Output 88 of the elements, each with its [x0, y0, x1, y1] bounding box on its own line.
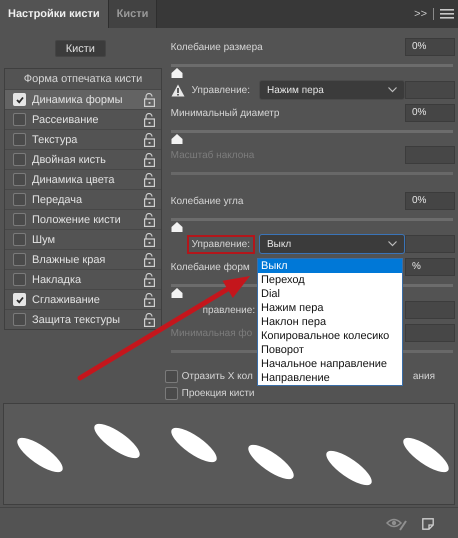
- sidebar-item[interactable]: Рассеивание: [5, 109, 161, 129]
- sidebar-item[interactable]: Передача: [5, 189, 161, 209]
- lock-icon[interactable]: [144, 252, 155, 266]
- sidebar-item[interactable]: Влажные края: [5, 249, 161, 269]
- setting-label: Колебание угла: [170, 196, 244, 206]
- dropdown-value: Нажим пера: [267, 84, 324, 96]
- checkbox[interactable]: [13, 193, 26, 206]
- sidebar-label: Положение кисти: [32, 214, 121, 226]
- lock-icon[interactable]: [144, 132, 155, 146]
- sidebar-label: Рассеивание: [32, 114, 99, 126]
- lock-icon[interactable]: [144, 292, 155, 306]
- sidebar-item[interactable]: Шум: [5, 229, 161, 249]
- lock-icon[interactable]: [144, 312, 155, 326]
- control-dropdown[interactable]: Нажим пера: [259, 80, 405, 100]
- sidebar-label: Динамика цвета: [32, 174, 115, 186]
- checkbox[interactable]: [13, 153, 26, 166]
- new-preset-icon[interactable]: [422, 518, 434, 530]
- sidebar-item[interactable]: Двойная кисть: [5, 149, 161, 169]
- checkbox[interactable]: [164, 387, 178, 400]
- sidebar-item[interactable]: Накладка: [5, 269, 161, 289]
- lock-icon[interactable]: [144, 232, 155, 246]
- menu-item[interactable]: Копировальное колесико: [258, 329, 402, 343]
- menu-item[interactable]: Dial: [258, 287, 402, 301]
- value-field[interactable]: [405, 235, 455, 253]
- sidebar-label: Влажные края: [32, 254, 106, 266]
- warning-icon: [170, 84, 185, 96]
- checkbox[interactable]: [13, 313, 26, 326]
- value-field[interactable]: %: [405, 258, 455, 276]
- lock-icon[interactable]: [144, 272, 155, 286]
- checkbox[interactable]: [13, 253, 26, 266]
- menu-item[interactable]: Наклон пера: [258, 315, 402, 329]
- sidebar-label: Защита текстуры: [32, 314, 120, 326]
- sidebar-label: Шум: [32, 234, 56, 246]
- value-field[interactable]: 0%: [405, 104, 455, 122]
- collapse-button[interactable]: >>: [414, 8, 427, 20]
- sidebar-item[interactable]: Защита текстуры: [5, 309, 161, 329]
- lock-icon[interactable]: [144, 92, 155, 106]
- checkbox[interactable]: [13, 273, 26, 286]
- menu-item[interactable]: Выкл: [258, 259, 402, 273]
- checkbox[interactable]: [13, 233, 26, 246]
- checkbox[interactable]: [13, 173, 26, 186]
- control-label: правление:: [202, 304, 256, 318]
- control-dropdown[interactable]: Выкл: [259, 234, 405, 254]
- lock-icon[interactable]: [144, 152, 155, 166]
- checkbox-label: ания: [412, 371, 435, 382]
- menu-item[interactable]: Поворот: [258, 343, 402, 357]
- chevron-icon: [388, 241, 397, 247]
- menu-item[interactable]: Начальное направление: [258, 357, 402, 371]
- sidebar-label: Передача: [32, 194, 82, 206]
- sidebar-item[interactable]: Сглаживание: [5, 289, 161, 309]
- lock-icon[interactable]: [144, 112, 155, 126]
- menu-item[interactable]: Переход: [258, 273, 402, 287]
- setting-label: Колебание форм: [170, 262, 250, 272]
- control-label: Управление:: [186, 234, 255, 254]
- menu-item[interactable]: Нажим пера: [258, 301, 402, 315]
- value-field[interactable]: 0%: [405, 38, 455, 56]
- dropdown-value: Выкл: [267, 238, 292, 250]
- panel-tab[interactable]: Настройки кисти: [0, 0, 109, 28]
- eye-brush-icon[interactable]: [386, 517, 408, 531]
- control-label: Управление:: [190, 84, 251, 98]
- setting-label: Колебание размера: [170, 42, 263, 52]
- sidebar-label: Двойная кисть: [32, 154, 106, 166]
- sidebar-item[interactable]: Динамика цвета: [5, 169, 161, 189]
- sidebar-label: Накладка: [32, 274, 82, 286]
- value-field[interactable]: 0%: [405, 192, 455, 210]
- checkbox[interactable]: [13, 113, 26, 126]
- lock-icon[interactable]: [144, 172, 155, 186]
- menu-item[interactable]: Направление: [258, 371, 402, 385]
- lock-icon[interactable]: [144, 212, 155, 226]
- sidebar-item[interactable]: Положение кисти: [5, 209, 161, 229]
- sidebar-label: Текстура: [32, 134, 78, 146]
- checkbox-label: Проекция кисти: [182, 388, 255, 399]
- setting-label: Минимальный диаметр: [170, 108, 280, 118]
- sidebar-label: Сглаживание: [32, 294, 100, 306]
- checkbox-label: Отразить X кол: [182, 371, 253, 382]
- brushes-button[interactable]: Кисти: [54, 40, 106, 57]
- sidebar-label: Динамика формы: [32, 94, 122, 106]
- value-field[interactable]: [405, 81, 455, 99]
- checkbox[interactable]: [13, 213, 26, 226]
- menu-icon[interactable]: [440, 9, 454, 19]
- panel-tab[interactable]: Кисти: [108, 0, 158, 28]
- checkbox[interactable]: [164, 370, 178, 383]
- sidebar-item[interactable]: Форма отпечатка кисти: [5, 69, 161, 89]
- checkbox[interactable]: [13, 133, 26, 146]
- sidebar-item[interactable]: Динамика формы: [5, 89, 161, 109]
- sidebar-item[interactable]: Текстура: [5, 129, 161, 149]
- chevron-icon: [388, 87, 397, 93]
- lock-icon[interactable]: [144, 192, 155, 206]
